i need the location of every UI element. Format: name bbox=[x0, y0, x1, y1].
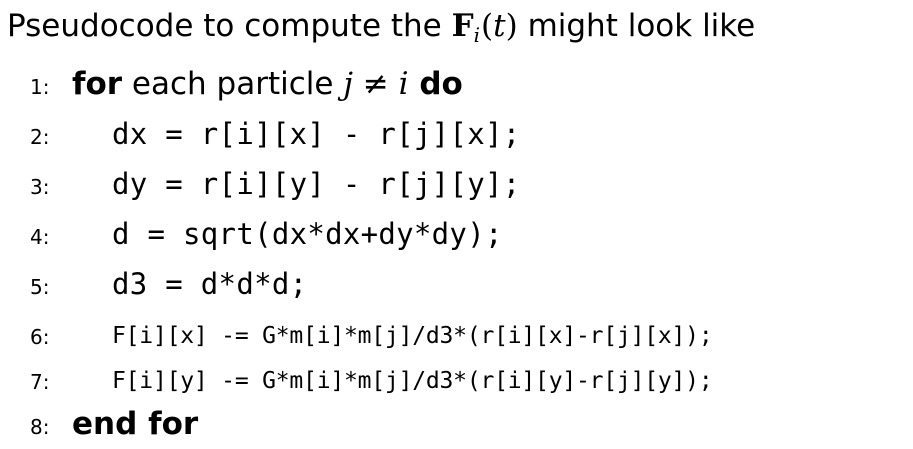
line-number: 3: bbox=[30, 175, 50, 199]
math-open-paren: ( bbox=[481, 8, 494, 44]
math-force-subscript: i bbox=[473, 23, 481, 47]
keyword-end-for: end for bbox=[72, 406, 199, 442]
intro-text-after: might look like bbox=[517, 8, 756, 44]
line-content: end for bbox=[72, 402, 198, 446]
keyword-do: do bbox=[408, 66, 463, 102]
line-number: 4: bbox=[30, 225, 50, 249]
intro-sentence: Pseudocode to compute the Fi(t) might lo… bbox=[7, 4, 755, 51]
line-number: 1: bbox=[30, 75, 50, 99]
line-content: for each particle j ≠ i do bbox=[72, 62, 463, 106]
math-j: j bbox=[343, 66, 353, 102]
math-time-variable: t bbox=[493, 8, 506, 44]
math-i: i bbox=[398, 66, 409, 102]
intro-text-before: Pseudocode to compute the bbox=[7, 8, 452, 44]
algorithm-slide: Pseudocode to compute the Fi(t) might lo… bbox=[0, 0, 913, 446]
code-statement: F[i][x] -= G*m[i]*m[j]/d3*(r[i][x]-r[j][… bbox=[112, 323, 713, 349]
keyword-for: for bbox=[72, 66, 123, 102]
line-number: 8: bbox=[30, 415, 50, 439]
line-number: 2: bbox=[30, 125, 50, 149]
line-number: 6: bbox=[30, 325, 50, 349]
math-close-paren: ) bbox=[505, 8, 518, 44]
math-not-equal: ≠ bbox=[352, 66, 399, 102]
code-statement: d3 = d*d*d; bbox=[112, 267, 308, 301]
code-statement: dx = r[i][x] - r[j][x]; bbox=[112, 117, 521, 151]
loop-description: each particle bbox=[122, 66, 344, 102]
math-force-symbol: F bbox=[451, 8, 474, 44]
code-statement: dy = r[i][y] - r[j][y]; bbox=[112, 167, 521, 201]
line-number: 7: bbox=[30, 370, 50, 394]
code-statement: d = sqrt(dx*dx+dy*dy); bbox=[112, 217, 503, 251]
line-number: 5: bbox=[30, 275, 50, 299]
code-statement: F[i][y] -= G*m[i]*m[j]/d3*(r[i][y]-r[j][… bbox=[112, 368, 713, 394]
